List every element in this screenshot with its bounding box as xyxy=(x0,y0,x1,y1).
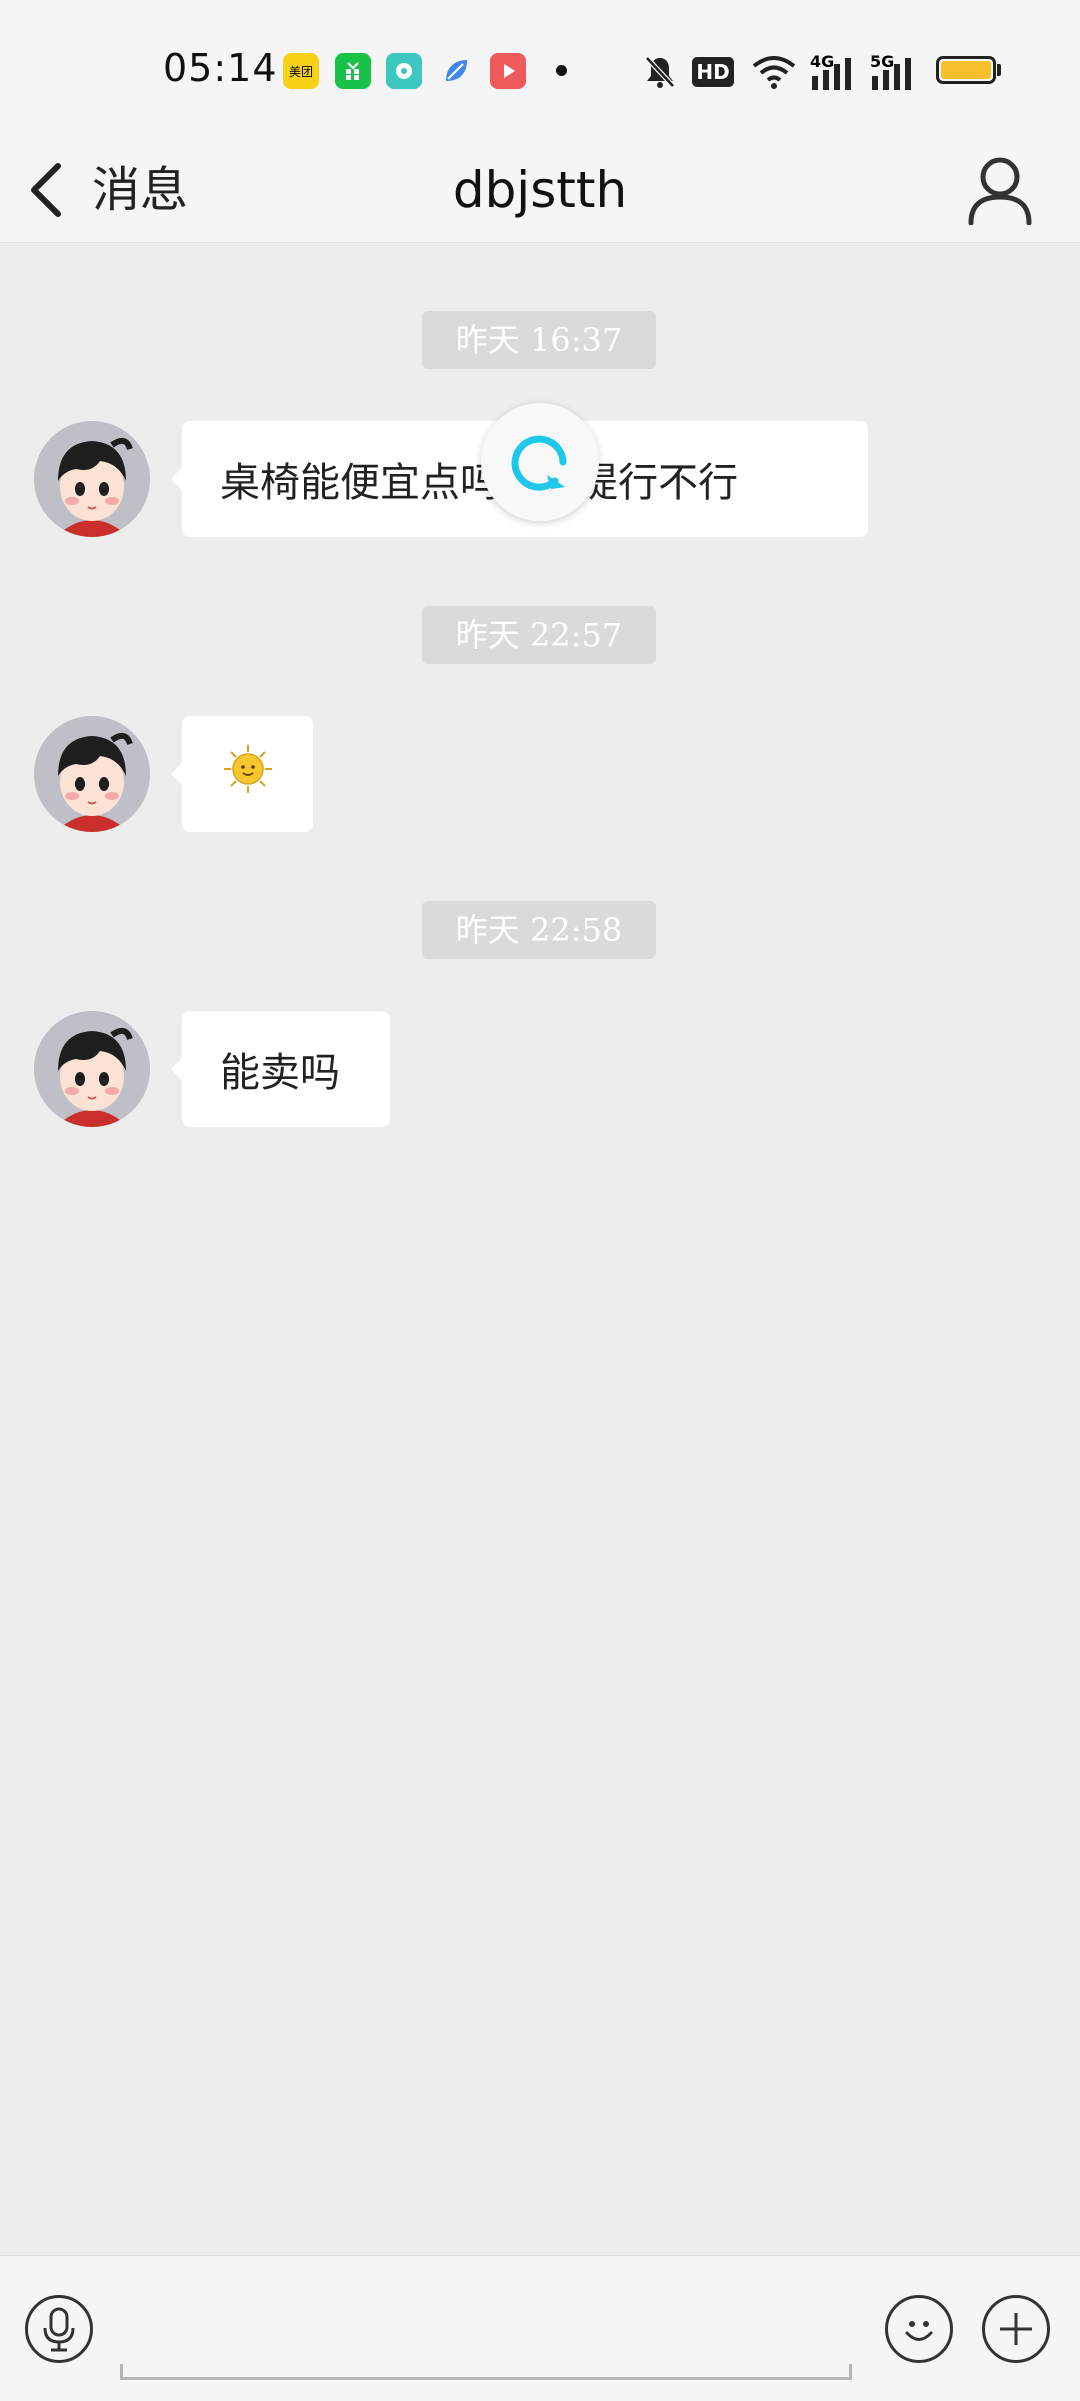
message-timestamp: 昨天 16:37 xyxy=(422,311,656,369)
message-input[interactable] xyxy=(120,2276,852,2380)
plus-icon xyxy=(1000,2313,1032,2345)
battery-tip xyxy=(997,64,1001,76)
more-options-button[interactable] xyxy=(982,2295,1050,2363)
avatar[interactable] xyxy=(34,716,150,832)
voice-input-button[interactable] xyxy=(25,2295,93,2363)
meituan-icon-text: 美团 xyxy=(288,64,313,79)
avatar[interactable] xyxy=(34,1011,150,1127)
red-video-app-icon xyxy=(490,53,526,89)
message-timestamp: 昨天 22:57 xyxy=(422,606,656,664)
sun-emoji-icon xyxy=(222,743,274,805)
signal-4g-icon: 4G xyxy=(808,52,858,92)
message-bubble[interactable]: 能卖吗 xyxy=(171,1011,390,1127)
hd-icon: HD xyxy=(692,52,734,92)
meituan-icon: 美团 xyxy=(283,53,319,89)
battery-icon xyxy=(936,56,996,84)
signal-4g-label: 4G xyxy=(810,52,835,71)
signal-5g-label: 5G xyxy=(870,52,895,71)
microphone-icon xyxy=(43,2307,75,2352)
signal-5g-icon: 5G xyxy=(868,52,920,92)
battery-level xyxy=(941,61,991,79)
avatar[interactable] xyxy=(34,421,150,537)
emoji-button[interactable] xyxy=(885,2295,953,2363)
refresh-icon xyxy=(511,435,567,491)
input-edge-right xyxy=(849,2364,852,2380)
message-text: 桌椅能便宜点吗 0自提行不行 xyxy=(220,460,739,506)
green-app-icon xyxy=(335,53,371,89)
refresh-button[interactable] xyxy=(481,403,599,521)
status-bar: 05:14 美团 HD 4G 5G xyxy=(0,0,1080,140)
status-time: 05:14 xyxy=(163,46,278,90)
wifi-icon xyxy=(750,52,798,92)
page-title: dbjstth xyxy=(452,161,628,219)
message-bubble[interactable] xyxy=(171,716,313,832)
mute-bell-icon xyxy=(640,52,680,92)
back-label[interactable]: 消息 xyxy=(92,150,188,230)
profile-icon[interactable] xyxy=(962,148,1038,232)
chat-header: 消息 dbjstth xyxy=(0,140,1080,243)
smiley-icon xyxy=(905,2321,933,2341)
notification-dot xyxy=(556,65,567,76)
hd-text: HD xyxy=(696,60,730,84)
blue-leaf-app-icon xyxy=(438,53,474,89)
back-arrow-icon[interactable] xyxy=(22,152,70,228)
chat-message-list[interactable]: 昨天 16:37 桌椅能便宜点吗 0自提行不行 昨天 22:57 昨天 22:5… xyxy=(0,243,1080,2255)
message-text: 能卖吗 xyxy=(220,1050,340,1096)
message-input-bar xyxy=(0,2255,1080,2401)
message-timestamp: 昨天 22:58 xyxy=(422,901,656,959)
input-edge-left xyxy=(120,2364,123,2380)
teal-app-icon xyxy=(386,53,422,89)
